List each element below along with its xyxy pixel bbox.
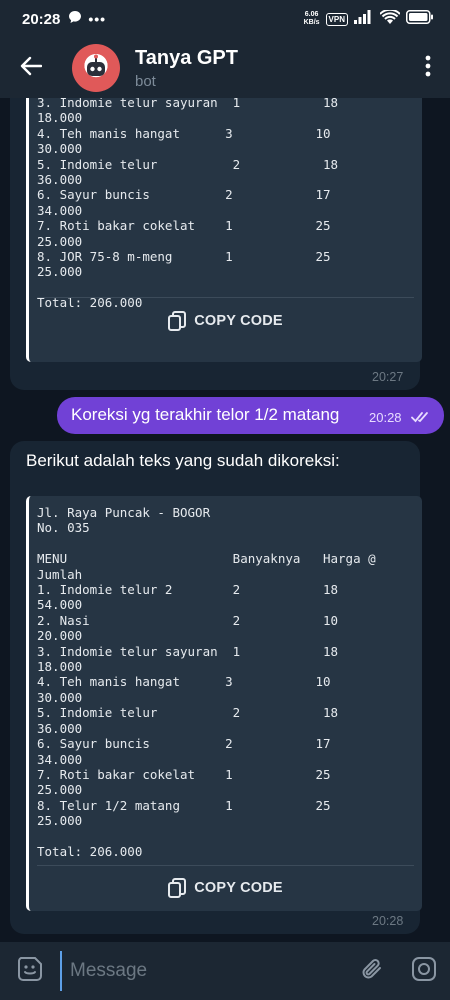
code-divider (37, 297, 414, 298)
network-speed-unit: KB/s (303, 19, 320, 26)
camera-icon (411, 956, 437, 987)
user-message[interactable]: Koreksi yg terakhir telor 1/2 matang 20:… (57, 397, 444, 434)
copy-code-button[interactable]: COPY CODE (29, 866, 422, 910)
chat-title-area[interactable]: Tanya GPT bot (135, 47, 238, 90)
chat-header: Tanya GPT bot (0, 38, 450, 98)
chat-screen: 20:28 ••• 6.06 KB/s VPN Tanya GPT bot 3.… (0, 0, 450, 1000)
signal-icon (354, 10, 374, 28)
message-input[interactable] (60, 951, 346, 991)
sticker-icon (17, 956, 43, 987)
copy-code-label: COPY CODE (194, 313, 283, 329)
chat-title: Tanya GPT (135, 46, 238, 69)
code-content: 3. Indomie telur sayuran 1 18 18.000 4. … (37, 98, 339, 311)
camera-button[interactable] (398, 942, 450, 1000)
copy-code-label: COPY CODE (194, 880, 283, 896)
copy-code-button[interactable]: COPY CODE (29, 299, 422, 343)
code-content: Jl. Raya Puncak - BOGOR No. 035 MENU Ban… (37, 505, 376, 859)
network-speed-value: 6.06 (304, 11, 319, 18)
more-vertical-icon (425, 55, 431, 82)
bot-reply-message[interactable]: Berikut adalah teks yang sudah dikoreksi… (10, 441, 422, 934)
more-menu-button[interactable] (406, 38, 450, 98)
message-time: 20:28 (372, 914, 404, 928)
attach-button[interactable] (346, 942, 398, 1000)
status-bar: 20:28 ••• 6.06 KB/s VPN (0, 0, 450, 38)
reply-text: Berikut adalah teks yang sudah dikoreksi… (26, 451, 340, 470)
code-block[interactable]: 3. Indomie telur sayuran 1 18 18.000 4. … (26, 98, 422, 362)
double-check-icon (411, 410, 431, 428)
message-notification-icon (68, 10, 82, 28)
bot-avatar[interactable] (72, 44, 120, 92)
copy-icon (168, 878, 187, 898)
message-composer (0, 942, 450, 1000)
message-time: 20:27 (372, 370, 404, 384)
back-button[interactable] (0, 38, 62, 98)
wifi-icon (379, 8, 401, 29)
message-list[interactable]: 3. Indomie telur sayuran 1 18 18.000 4. … (0, 98, 450, 942)
chat-subtitle: bot (135, 72, 156, 90)
status-time: 20:28 (22, 10, 61, 28)
user-message-time: 20:28 (369, 410, 402, 425)
network-speed: 6.06 KB/s (304, 11, 320, 27)
robot-icon (87, 54, 105, 76)
more-notifications-icon: ••• (88, 11, 107, 27)
bot-message[interactable]: 3. Indomie telur sayuran 1 18 18.000 4. … (10, 98, 422, 390)
code-block[interactable]: Jl. Raya Puncak - BOGOR No. 035 MENU Ban… (26, 496, 422, 911)
vpn-badge: VPN (325, 12, 348, 26)
user-message-text: Koreksi yg terakhir telor 1/2 matang (71, 405, 340, 424)
arrow-left-icon (20, 56, 43, 81)
copy-icon (168, 311, 187, 331)
battery-icon (406, 10, 434, 28)
emoji-button[interactable] (0, 942, 60, 1000)
paperclip-icon (360, 956, 384, 987)
status-icons: 6.06 KB/s VPN (304, 8, 434, 29)
